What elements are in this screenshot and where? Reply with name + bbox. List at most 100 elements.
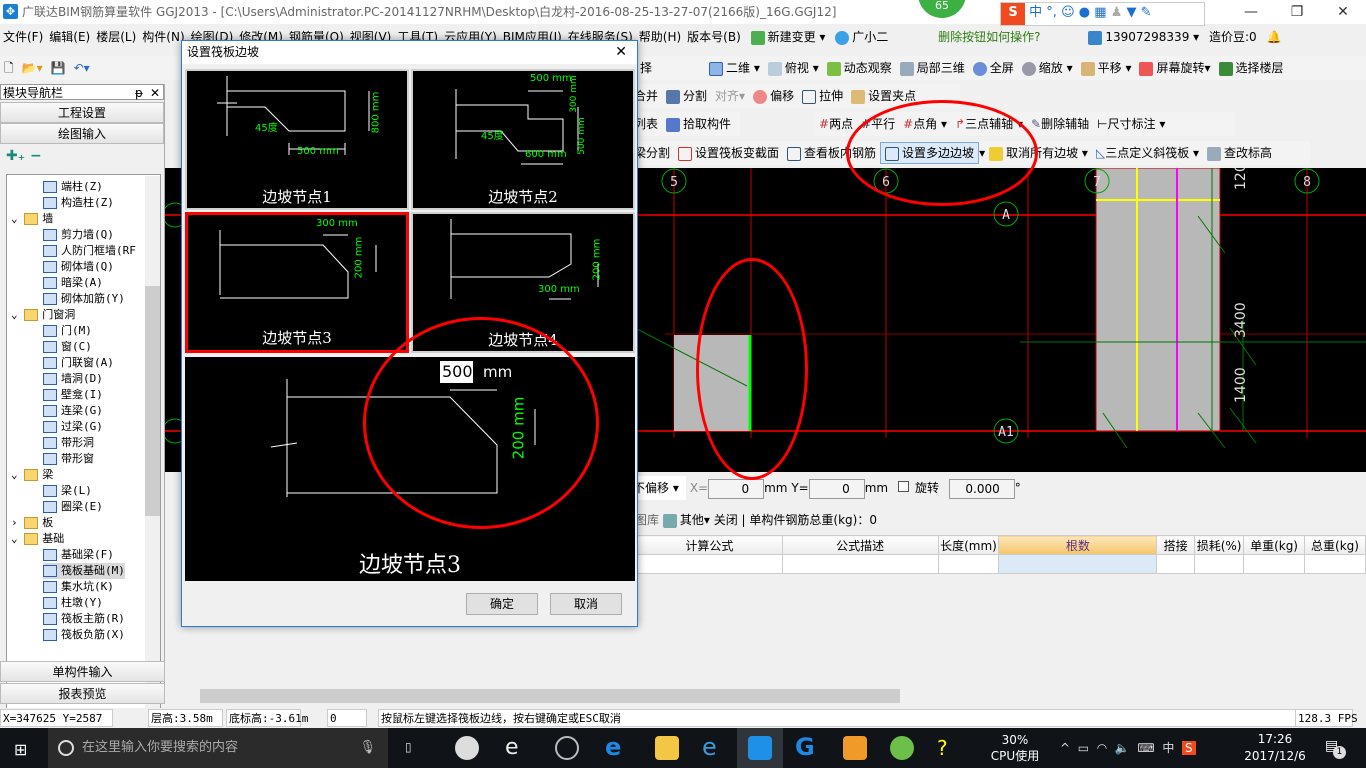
tree-item[interactable]: 窗(C) [43,339,92,355]
rotate-checkbox[interactable] [897,481,909,492]
pick-component-button[interactable]: 拾取构件 [662,112,735,136]
pan-button[interactable]: 平移 ▾ [1077,56,1136,80]
col-lap[interactable]: 搭接 [1156,535,1196,555]
library-button[interactable]: 图库 [635,513,659,527]
cancel-button[interactable]: 取消 [550,593,622,615]
grip-button[interactable]: 设置夹点 [847,84,920,108]
x-input[interactable]: 0 [708,478,765,499]
open-file-icon[interactable]: 📂▾ [18,56,47,80]
keyboard-icon[interactable]: ⌨ [1137,741,1154,755]
expander-icon[interactable]: ⌄ [11,212,24,225]
clock[interactable]: 17:26 2017/12/6 [1240,731,1310,765]
select-floor-button[interactable]: 选择楼层 [1215,56,1288,80]
col-count[interactable]: 根数 [998,535,1158,555]
tray-expand-icon[interactable]: ^ [1060,741,1070,755]
point-angle-button[interactable]: #点角 ▾ [899,112,951,136]
tree-vscrollbar[interactable] [145,176,160,724]
menu-help[interactable]: 帮助(H) [636,26,684,48]
tree-item[interactable]: 集水坑(K) [43,579,114,595]
ime-mode[interactable]: 中 [1029,5,1042,20]
tree-item[interactable]: 构造柱(Z) [43,195,114,211]
ie-gray-icon[interactable]: e [505,736,529,760]
menu-edit[interactable]: 编辑(E) [46,26,93,48]
ime-keyboard-icon[interactable]: ▦ [1094,5,1106,20]
minimize-button[interactable]: — [1228,0,1274,24]
tree-item[interactable]: 人防门框墙(RF [43,243,136,259]
tree-item[interactable]: 端柱(Z) [43,179,103,195]
maximize-button[interactable]: ❐ [1274,0,1320,24]
menu-version[interactable]: 版本号(B) [684,26,744,48]
delete-axis-button[interactable]: ✎删除辅轴 [1027,112,1093,136]
battery-icon[interactable]: ▭ [1078,741,1089,755]
tree-item[interactable]: 过梁(G) [43,419,103,435]
tree-item[interactable]: 门(M) [43,323,92,339]
slope-node-2[interactable]: 500 mm 300 mm 500 mm 45度 600 mm 边坡节点2 [411,69,635,210]
zoom-button[interactable]: 缩放 ▾ [1018,56,1077,80]
expander-icon[interactable]: ⌄ [11,468,24,481]
tree-item[interactable]: 带形窗 [43,451,94,467]
new-change-button[interactable]: 新建变更 ▾ [748,26,829,48]
tree-item[interactable]: 墙洞(D) [43,371,103,387]
expander-icon[interactable]: › [11,516,24,529]
tree-folder[interactable]: ⌄ 基础 [11,531,64,547]
three-point-slab-button[interactable]: ◺三点定义斜筏板 ▾ [1092,141,1203,165]
wifi-icon[interactable]: ◠ [1097,741,1107,755]
tree-folder[interactable]: ⌄ 门窗洞 [11,307,75,323]
tree-folder[interactable]: ⌄ 梁 [11,467,53,483]
ime-emoji-icon[interactable]: ☺ [1061,5,1075,20]
slab-section-button[interactable]: 设置筏板变截面 [674,141,783,165]
mic-icon[interactable]: 🎙 [359,728,376,768]
slope-node-3[interactable]: 300 mm 200 mm 边坡节点3 [185,212,409,353]
set-multi-slope-button[interactable]: 设置多边边坡 [880,142,980,164]
tree-item[interactable]: 暗梁(A) [43,275,103,291]
collapse-all-icon[interactable]: − [30,148,42,164]
parallel-axis-button[interactable]: #平行 [857,112,899,136]
tree-item[interactable]: 筏板负筋(X) [43,627,125,643]
tree-item[interactable]: 带形洞 [43,435,94,451]
slope-node-1[interactable]: 45度 800 mm 500 mm 边坡节点1 [185,69,409,210]
tree-item[interactable]: 连梁(G) [43,403,103,419]
ie-icon[interactable]: e [702,735,726,760]
undo-icon[interactable]: ↶▾ [70,56,94,80]
tree-item[interactable]: 基础梁(F) [43,547,114,563]
col-description[interactable]: 公式描述 [781,535,939,555]
sogou-tray-icon[interactable]: S [1182,741,1196,755]
fan-app-icon[interactable] [455,736,479,760]
swirl-app-icon[interactable] [555,736,579,760]
tree-item[interactable]: 圈梁(E) [43,499,103,515]
tree-item[interactable]: 门联窗(A) [43,355,114,371]
file-explorer-icon[interactable] [655,736,679,760]
green-browser-icon[interactable] [890,736,914,760]
slope-node-4[interactable]: 200 mm 300 mm 边坡节点4 [411,212,635,353]
edit-elevation-button[interactable]: 查改标高 [1203,141,1276,165]
offset-mode-select[interactable]: 不偏移 ▾ [630,476,686,500]
dimension-button[interactable]: ⊢尺寸标注 ▾ [1093,112,1169,136]
tree-item[interactable]: 筏板主筋(R) [43,611,125,627]
expander-icon[interactable]: ⌄ [11,308,24,321]
drawing-input-button[interactable]: 绘图输入 [0,123,164,144]
table-row[interactable] [636,554,1366,574]
two-point-axis-button[interactable]: #两点 [815,112,857,136]
tree-item[interactable]: 壁龛(I) [43,387,103,403]
ime-indicator[interactable]: 中 [1162,741,1174,755]
nav-close-icon[interactable]: ✕ [150,85,160,101]
help-link[interactable]: 删除按钮如何操作? [935,26,1043,48]
col-formula[interactable]: 计算公式 [636,535,783,555]
col-loss[interactable]: 损耗(%) [1194,535,1245,555]
save-icon[interactable]: 💾 [47,56,70,80]
fullscreen-button[interactable]: 全屏 [969,56,1018,80]
y-input[interactable]: 0 [808,478,865,499]
col-unit-weight[interactable]: 单重(kg) [1243,535,1305,555]
glodon-app-active[interactable] [737,728,783,768]
ime-skin-icon[interactable]: ▼ [1127,5,1137,20]
ok-button[interactable]: 确定 [466,593,538,615]
help-app-icon[interactable]: ? [937,736,961,760]
menu-floor[interactable]: 楼层(L) [93,26,139,48]
view-slab-rebar-button[interactable]: 查看板内钢筋 [783,141,880,165]
width-input[interactable]: 500 [440,361,474,383]
tree-folder[interactable]: › 板 [11,515,53,531]
align-button[interactable]: 对齐▾ [711,84,749,108]
close-panel-button[interactable]: 关闭 [714,513,738,527]
top-view-button[interactable]: 俯视 ▾ [764,56,823,80]
notes-app-icon[interactable] [843,736,867,760]
